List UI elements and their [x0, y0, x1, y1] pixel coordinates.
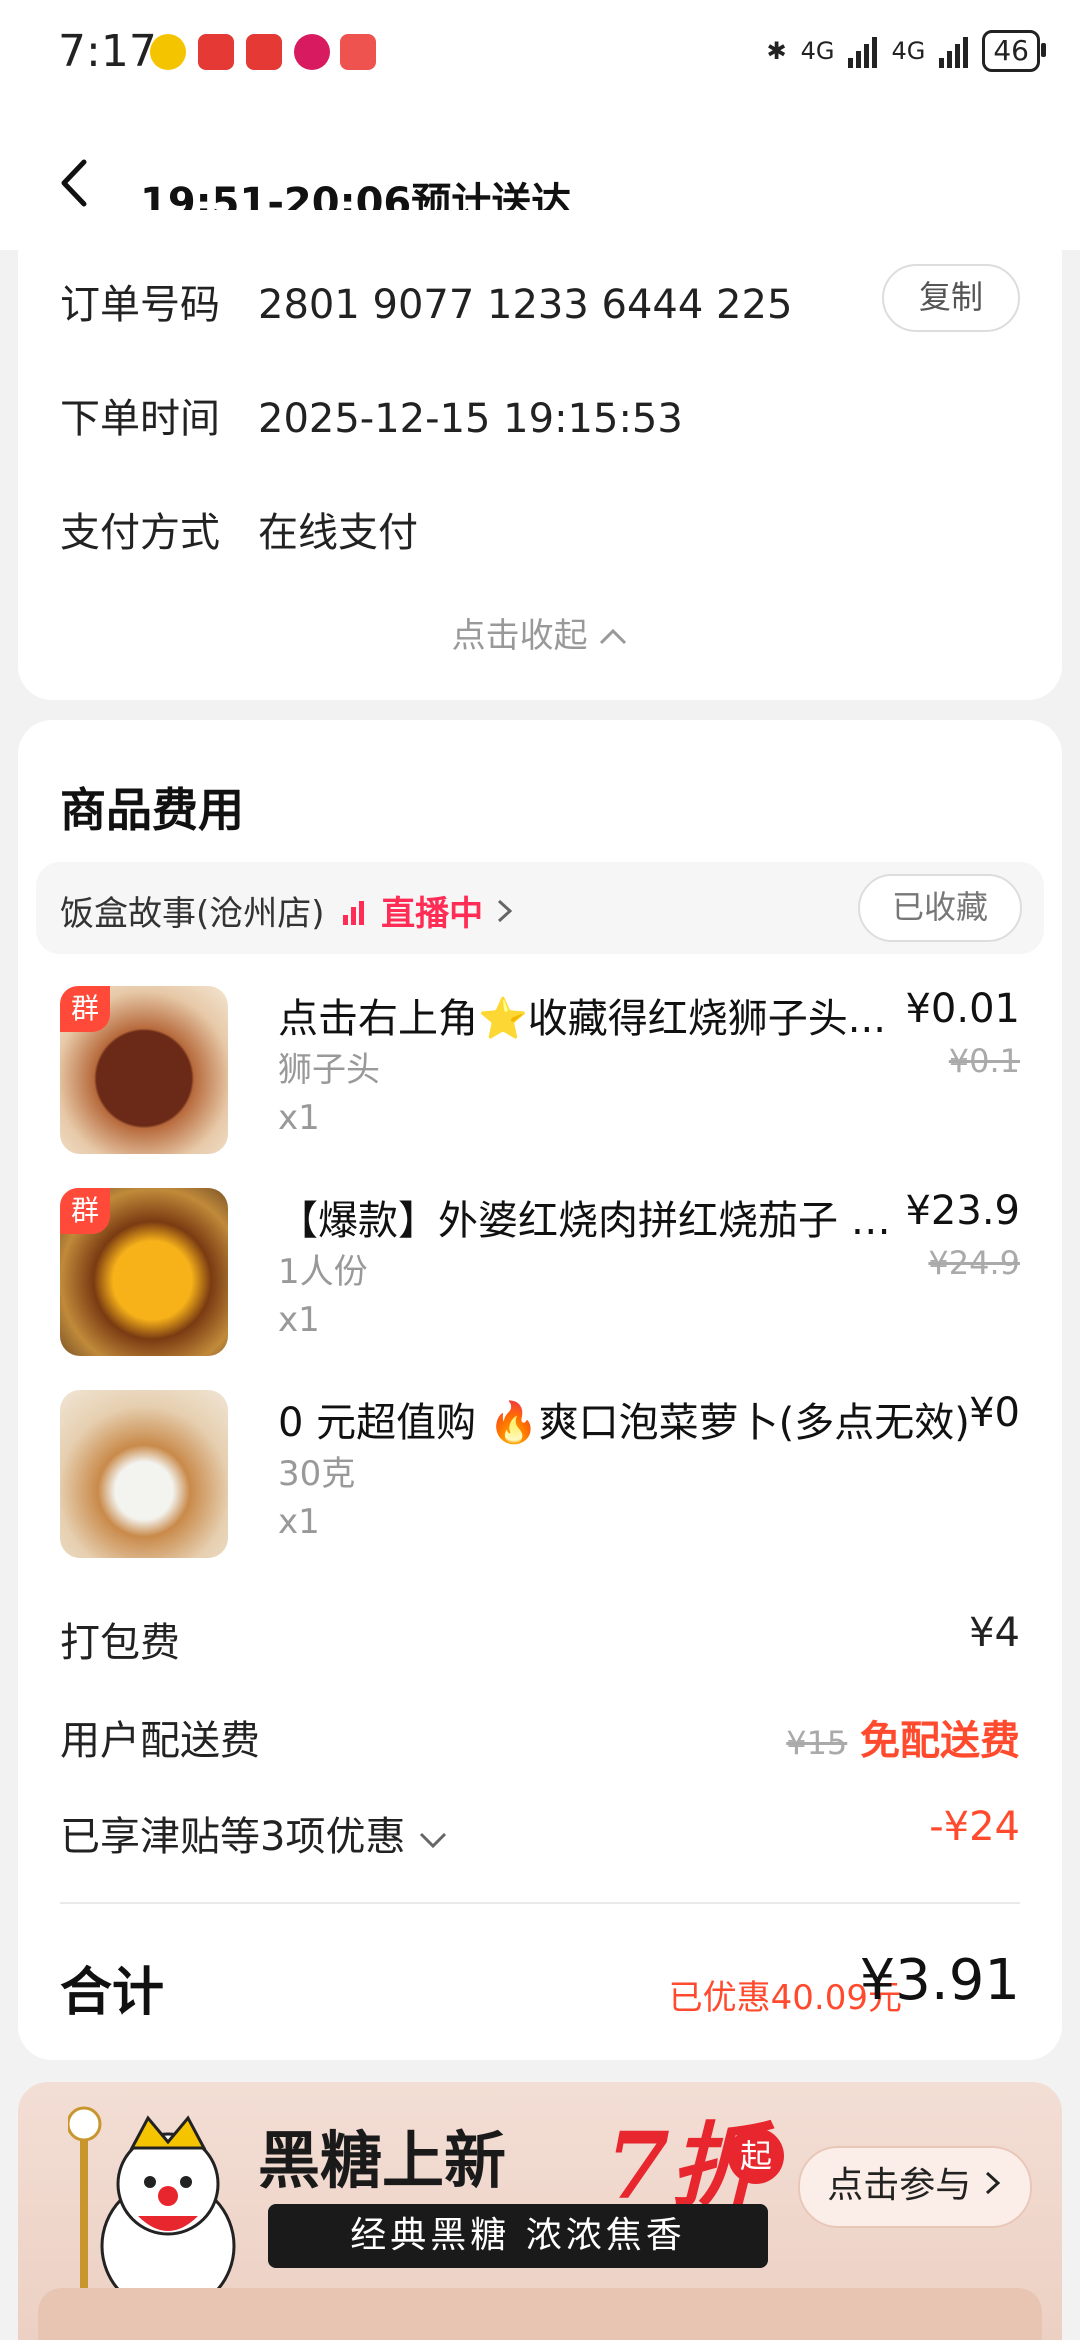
network-label-2: 4G	[891, 37, 926, 65]
item-spec: 30克	[278, 1454, 356, 1494]
item-quantity: x1	[278, 1300, 320, 1340]
shop-name: 饭盒故事(沧州店)	[60, 894, 325, 934]
notification-icon-2	[198, 34, 234, 70]
item-name: 点击右上角⭐收藏得红烧狮子头...	[278, 996, 886, 1042]
chevron-up-icon	[600, 628, 627, 645]
group-tag: 群	[60, 986, 110, 1032]
favorited-button[interactable]: 已收藏	[858, 874, 1022, 942]
packing-fee-label: 打包费	[60, 1620, 180, 1666]
item-price: ¥0.01	[905, 986, 1020, 1032]
order-info-card: 订单号码 2801 9077 1233 6444 225 复制 下单时间 2025-…	[18, 210, 1062, 700]
total-label: 合计	[60, 1963, 165, 2023]
item-quantity: x1	[278, 1502, 320, 1542]
banner-title: 黑糖上新	[258, 2124, 507, 2197]
item-price: ¥0	[969, 1390, 1020, 1436]
chevron-down-icon	[420, 1832, 447, 1849]
notification-icon-3	[246, 34, 282, 70]
status-time: 7:17	[58, 26, 157, 77]
item-thumbnail	[60, 1390, 228, 1558]
goods-item[interactable]: 0 元超值购 🔥爽口泡菜萝卜(多点无效) 30克 x1 ¥0	[60, 1390, 1020, 1560]
group-tag: 群	[60, 1188, 110, 1234]
live-label: 直播中	[381, 894, 484, 934]
banner-discount-suffix: 起	[728, 2128, 784, 2184]
signal-icon-2	[939, 34, 969, 68]
payment-method-row: 支付方式 在线支付	[60, 500, 418, 558]
item-quantity: x1	[278, 1098, 320, 1138]
section-title: 商品费用	[60, 783, 244, 837]
payment-method-value: 在线支付	[258, 510, 418, 556]
divider	[60, 1902, 1020, 1904]
packing-fee-value: ¥4	[969, 1610, 1020, 1656]
delivery-fee-label: 用户配送费	[60, 1718, 260, 1764]
payment-method-label: 支付方式	[60, 510, 220, 556]
order-number-label: 订单号码	[60, 282, 220, 328]
notification-icon-4	[294, 34, 330, 70]
delivery-fee-original: ¥15	[786, 1724, 848, 1762]
delivery-fee-value: 免配送费	[860, 1718, 1020, 1764]
shop-row[interactable]: 饭盒故事(沧州店) 直播中 已收藏	[36, 862, 1044, 954]
battery-icon: 46	[982, 30, 1046, 72]
item-name: 0 元超值购 🔥爽口泡菜萝卜(多点无效)	[278, 1400, 970, 1446]
item-original-price: ¥0.1	[948, 1042, 1020, 1080]
order-number-row: 订单号码 2801 9077 1233 6444 225	[60, 272, 792, 330]
copy-button[interactable]: 复制	[882, 264, 1020, 332]
order-time-value: 2025-12-15 19:15:53	[258, 396, 683, 442]
collapse-toggle[interactable]: 点击收起	[18, 608, 1062, 657]
discount-label: 已享津贴等3项优惠	[60, 1814, 406, 1860]
item-spec: 1人份	[278, 1252, 368, 1292]
collapse-label: 点击收起	[451, 616, 588, 656]
order-time-label: 下单时间	[60, 396, 220, 442]
notification-icon-1	[150, 34, 186, 70]
discount-value: -¥24	[929, 1804, 1020, 1850]
join-button[interactable]: 点击参与	[798, 2146, 1032, 2228]
chevron-right-icon	[497, 899, 513, 923]
item-original-price: ¥24.9	[928, 1244, 1020, 1282]
goods-card: 商品费用 饭盒故事(沧州店) 直播中 已收藏 群 点击右上角⭐收藏得红烧狮子头.…	[18, 720, 1062, 2060]
live-icon	[343, 901, 365, 925]
item-price: ¥23.9	[905, 1188, 1020, 1234]
order-time-row: 下单时间 2025-12-15 19:15:53	[60, 386, 683, 444]
discount-row[interactable]: 已享津贴等3项优惠 -¥24	[60, 1804, 1020, 1862]
banner-product-strip	[38, 2288, 1042, 2340]
back-icon[interactable]	[52, 158, 102, 208]
banner-subtitle: 经典黑糖 浓浓焦香	[268, 2204, 768, 2268]
join-button-label: 点击参与	[827, 2165, 972, 2206]
chevron-right-icon	[985, 2171, 1000, 2195]
notification-icon-5	[340, 34, 376, 70]
network-label-1: 4G	[800, 37, 835, 65]
bluetooth-icon: ✱	[766, 37, 787, 65]
order-number-value: 2801 9077 1233 6444 225	[258, 282, 793, 328]
delivery-fee-row: 用户配送费 ¥15 免配送费	[60, 1708, 1020, 1766]
item-spec: 狮子头	[278, 1050, 380, 1090]
total-value: ¥3.91	[859, 1948, 1020, 2013]
packing-fee-row: 打包费 ¥4	[60, 1610, 1020, 1668]
signal-icon-1	[848, 34, 878, 68]
promo-banner[interactable]: 黑糖上新 7折 起 经典黑糖 浓浓焦香 点击参与	[18, 2082, 1062, 2340]
goods-item[interactable]: 群 点击右上角⭐收藏得红烧狮子头... 狮子头 x1 ¥0.01 ¥0.1	[60, 986, 1020, 1156]
item-name: 【爆款】外婆红烧肉拼红烧茄子 + ...	[278, 1198, 918, 1244]
status-bar: 7:17 ✱ 4G 4G 46	[0, 0, 1080, 110]
goods-item[interactable]: 群 【爆款】外婆红烧肉拼红烧茄子 + ... 1人份 x1 ¥23.9 ¥24.…	[60, 1188, 1020, 1358]
